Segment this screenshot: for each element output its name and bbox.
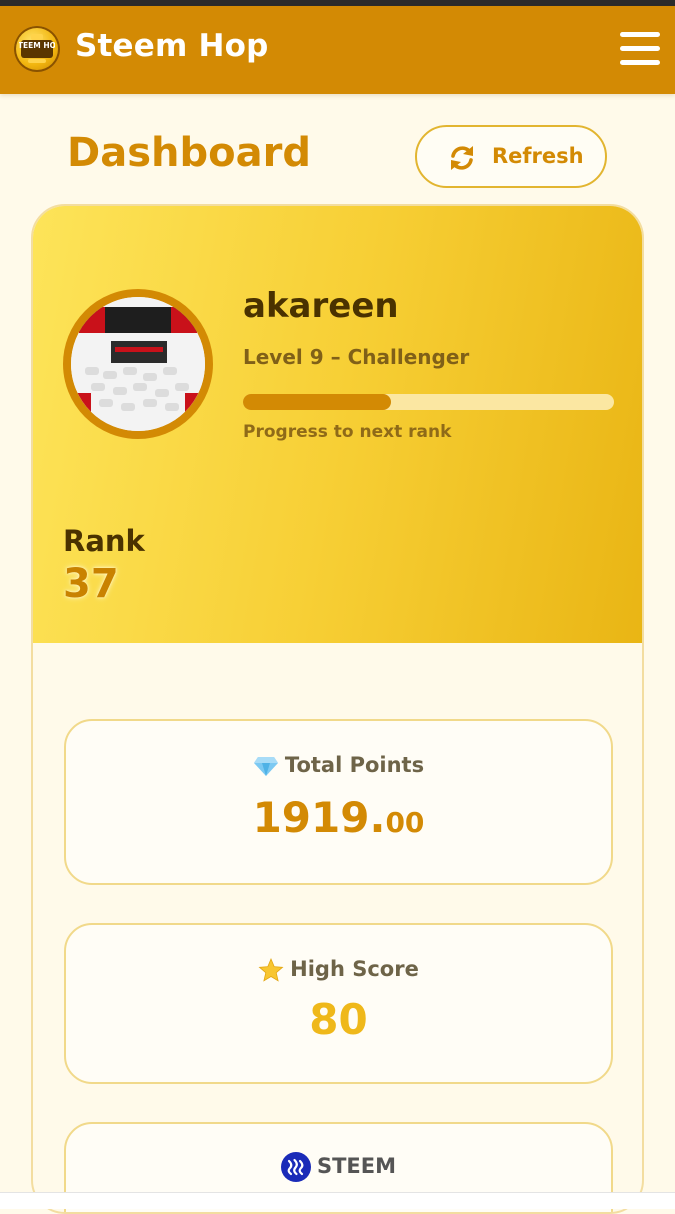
level-text: Level 9 – Challenger (243, 345, 470, 369)
total-points-label: Total Points (284, 753, 425, 777)
avatar[interactable] (63, 289, 213, 439)
page-title: Dashboard (67, 130, 311, 176)
high-score-card: High Score 80 (64, 923, 613, 1084)
refresh-icon (451, 146, 473, 170)
hamburger-menu-icon-line (620, 46, 660, 51)
star-icon (258, 958, 284, 982)
high-score-value: 80 (309, 995, 368, 1044)
steem-label-row: STEEM (66, 1152, 611, 1182)
diamond-icon (253, 757, 278, 776)
refresh-label: Refresh (492, 144, 584, 168)
avatar-photo (71, 297, 205, 431)
total-points-value: 1919.00 (66, 793, 611, 842)
steem-hop-logo-icon: STEEM HOP (19, 34, 55, 63)
total-points-integer: 1919. (252, 793, 386, 842)
logo-text: STEEM HOP (19, 41, 55, 50)
system-navigation-strip (0, 1192, 675, 1209)
hamburger-menu-icon-line (620, 60, 660, 65)
app-header: STEEM HOP Steem Hop (0, 6, 675, 94)
steem-label: STEEM (316, 1154, 397, 1178)
refresh-button[interactable]: Refresh (415, 125, 607, 188)
rank-value: 37 (63, 561, 119, 607)
username: akareen (243, 286, 399, 326)
hamburger-menu-icon (620, 32, 660, 37)
steem-logo-icon (280, 1152, 311, 1182)
profile-hero: akareen Level 9 – Challenger Progress to… (33, 206, 642, 643)
rank-label: Rank (63, 524, 145, 558)
total-points-decimal: 00 (385, 806, 425, 839)
total-points-label-row: Total Points (66, 753, 611, 777)
profile-card: akareen Level 9 – Challenger Progress to… (31, 204, 644, 1214)
menu-button[interactable] (614, 26, 660, 72)
high-score-label: High Score (290, 957, 419, 981)
high-score-label-row: High Score (66, 957, 611, 982)
app-title: Steem Hop (75, 28, 269, 64)
progress-caption: Progress to next rank (243, 422, 452, 442)
rank-progress-bar (243, 394, 614, 410)
total-points-card: Total Points 1919.00 (64, 719, 613, 885)
app-logo[interactable]: STEEM HOP (14, 26, 60, 72)
rank-progress-fill (243, 394, 392, 410)
